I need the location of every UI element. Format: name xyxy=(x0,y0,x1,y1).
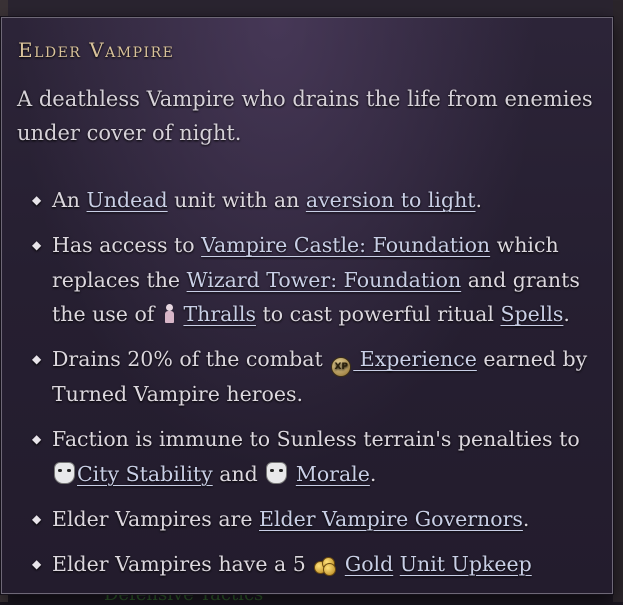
unit-tooltip: Elder Vampire A deathless Vampire who dr… xyxy=(1,17,613,594)
bullet-diamond-icon: ◆ xyxy=(32,352,42,366)
link-unit-upkeep[interactable]: Unit Upkeep xyxy=(400,552,532,576)
link-gold[interactable]: Gold xyxy=(345,552,393,576)
link-experience[interactable]: Experience xyxy=(353,347,477,371)
link-thralls[interactable]: Thralls xyxy=(183,302,256,326)
trait-text: Drains 20% of the combat xyxy=(52,347,330,371)
trait-text: Faction is immune to Sunless terrain's p… xyxy=(52,427,580,451)
bullet-diamond-icon: ◆ xyxy=(32,432,42,446)
trait-text: . xyxy=(475,188,483,212)
link-wizard-tower-foundation[interactable]: Wizard Tower: Foundation xyxy=(187,268,462,292)
trait-text: unit with an xyxy=(167,188,306,212)
link-elder-vampire-governors[interactable]: Elder Vampire Governors xyxy=(259,507,523,531)
bullet-diamond-icon: ◆ xyxy=(32,238,42,252)
trait-text: and xyxy=(212,461,265,486)
mask-icon xyxy=(266,461,288,484)
trait-upkeep: ◆ Elder Vampires have a 5 Gold Unit Upke… xyxy=(32,547,607,582)
background-frame-right xyxy=(613,0,623,602)
link-city-stability[interactable]: City Stability xyxy=(77,462,213,486)
gold-coins-icon xyxy=(314,556,337,576)
mask-icon xyxy=(54,461,75,484)
trait-text: Elder Vampires are xyxy=(52,506,259,531)
trait-text: Has access to xyxy=(52,233,202,257)
bullet-diamond-icon: ◆ xyxy=(32,511,42,526)
trait-vampire-castle: ◆ Has access to Vampire Castle: Foundati… xyxy=(32,228,607,332)
experience-icon: XP xyxy=(331,357,352,377)
link-undead[interactable]: Undead xyxy=(87,188,168,212)
trait-text: Elder Vampires have a 5 xyxy=(52,551,313,576)
trait-drain-experience: ◆ Drains 20% of the combat XP Experience… xyxy=(32,342,607,412)
trait-text: . xyxy=(563,302,570,326)
trait-governors: ◆ Elder Vampires are Elder Vampire Gover… xyxy=(32,502,607,537)
bullet-diamond-icon: ◆ xyxy=(32,193,42,207)
trait-undead: ◆ An Undead unit with an aversion to lig… xyxy=(32,183,607,218)
trait-text: . xyxy=(522,506,530,531)
tooltip-title: Elder Vampire xyxy=(18,38,175,62)
link-spells[interactable]: Spells xyxy=(500,302,563,326)
trait-text: to cast powerful ritual xyxy=(255,302,501,326)
trait-sunless-immunity: ◆ Faction is immune to Sunless terrain's… xyxy=(32,422,607,491)
trait-list: ◆ An Undead unit with an aversion to lig… xyxy=(32,183,607,592)
link-vampire-castle-foundation[interactable]: Vampire Castle: Foundation xyxy=(201,233,490,257)
link-aversion-to-light[interactable]: aversion to light xyxy=(306,188,476,212)
thrall-icon xyxy=(163,304,175,324)
bullet-diamond-icon: ◆ xyxy=(32,556,42,571)
tooltip-description: A deathless Vampire who drains the life … xyxy=(17,87,593,145)
trait-text: An xyxy=(52,188,87,212)
trait-text: . xyxy=(369,461,377,486)
link-morale[interactable]: Morale xyxy=(296,462,370,486)
